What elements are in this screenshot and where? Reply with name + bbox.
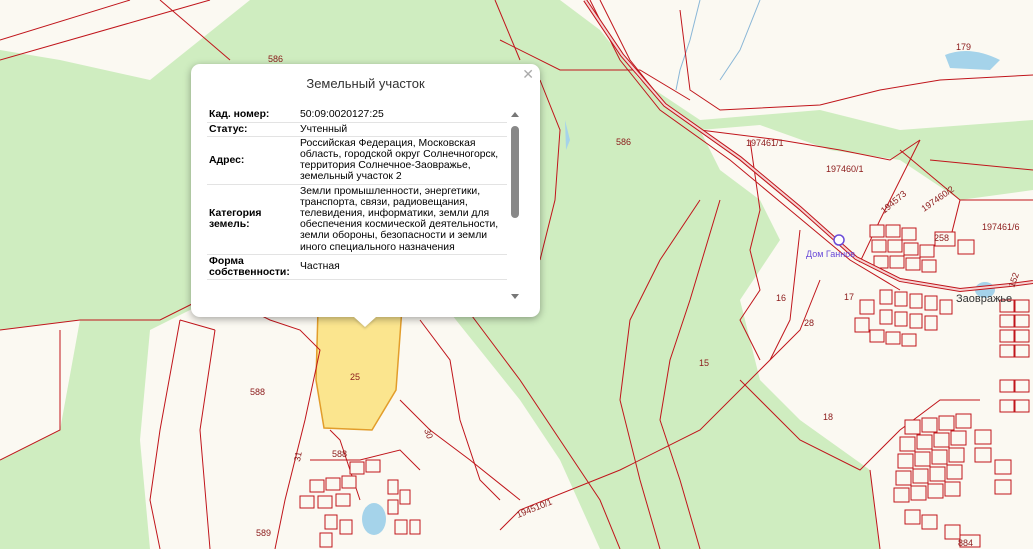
parcel-label-258: 258 — [934, 233, 949, 243]
table-row: Статус: Учтенный — [207, 122, 507, 137]
row-label: Кад. номер: — [207, 108, 298, 123]
table-row: Адрес: Российская Федерация, Московская … — [207, 136, 507, 185]
parcel-label-589: 589 — [256, 528, 271, 538]
table-row: Форма собственности: Частная — [207, 254, 507, 281]
parcel-label-17: 17 — [844, 292, 854, 302]
parcel-label-197461-6: 197461/6 — [982, 222, 1020, 232]
table-row: Кад. номер: 50:09:0020127:25 — [207, 108, 507, 123]
row-label: Категория земель: — [207, 184, 298, 255]
row-value: Учтенный — [298, 122, 507, 137]
close-icon[interactable]: ✕ — [522, 67, 534, 81]
parcel-label-15: 15 — [699, 358, 709, 368]
popup-title: Земельный участок — [306, 76, 425, 91]
info-table: Кад. номер: 50:09:0020127:25 Статус: Учт… — [207, 108, 507, 281]
parcel-label-197460-1: 197460/1 — [826, 164, 864, 174]
parcel-label-884: 884 — [958, 538, 973, 548]
parcel-label-197461-1: 197461/1 — [746, 138, 784, 148]
scroll-up-icon[interactable] — [511, 112, 519, 117]
parcel-label-18: 18 — [823, 412, 833, 422]
parcel-label-25[interactable]: 25 — [350, 372, 360, 382]
parcel-label-179: 179 — [956, 42, 971, 52]
parcel-label-588-a: 588 — [250, 387, 265, 397]
parcel-label-586-b: 586 — [616, 137, 631, 147]
row-value: Земли промышленности, энергетики, трансп… — [298, 184, 507, 255]
row-label: Статус: — [207, 122, 298, 137]
popup-info-body[interactable]: Кад. номер: 50:09:0020127:25 Статус: Учт… — [207, 108, 507, 305]
parcel-label-31: 31 — [292, 451, 304, 463]
parcel-label-16: 16 — [776, 293, 786, 303]
poi-label[interactable]: Дом Ганнов — [806, 249, 855, 259]
row-label: Форма собственности: — [207, 254, 298, 281]
scroll-down-icon[interactable] — [511, 294, 519, 299]
row-value: 50:09:0020127:25 — [298, 108, 507, 123]
row-label: Адрес: — [207, 136, 298, 185]
poi-marker-icon[interactable] — [833, 234, 845, 246]
table-row: Категория земель: Земли промышленности, … — [207, 184, 507, 255]
parcel-label-588-b: 588 — [332, 449, 347, 459]
scroll-thumb[interactable] — [511, 126, 519, 218]
place-label: Заовражье — [956, 293, 1012, 305]
parcel-label-586-a: 586 — [268, 54, 283, 64]
row-value: Частная — [298, 254, 507, 281]
popup-pointer — [354, 317, 376, 327]
row-value: Российская Федерация, Московская область… — [298, 136, 507, 185]
parcel-label-28: 28 — [804, 318, 814, 328]
land-plot-popup: ✕ Земельный участок Кад. номер: 50:09:00… — [191, 64, 540, 327]
popup-scrollbar[interactable] — [509, 110, 521, 301]
